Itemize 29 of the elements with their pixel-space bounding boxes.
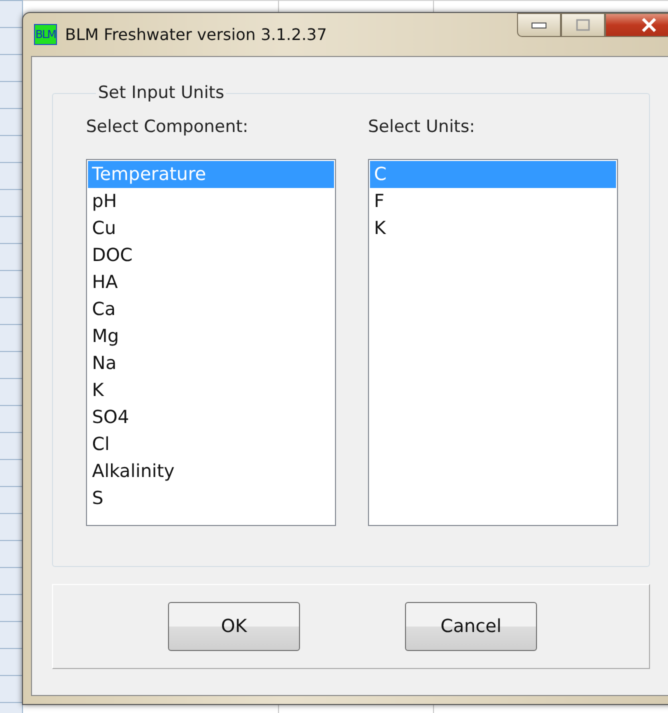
window-title: BLM Freshwater version 3.1.2.37 — [65, 25, 327, 44]
list-box[interactable]: Temperature pH Cu DOC HA Ca Mg Na K SO4 Cl Alkalinity S — [86, 159, 336, 526]
dialog-button[interactable]: Cancel — [405, 602, 537, 651]
list-item[interactable]: DOC — [88, 242, 334, 269]
dialog-button[interactable]: OK — [168, 602, 300, 651]
maximize-icon — [576, 19, 590, 31]
list-item[interactable]: SO4 — [88, 404, 334, 431]
list-item[interactable]: K — [370, 215, 616, 242]
list-item[interactable]: HA — [88, 269, 334, 296]
minimize-button[interactable] — [517, 13, 561, 37]
list-item[interactable]: Mg — [88, 323, 334, 350]
list-item[interactable]: S — [88, 485, 334, 512]
list-item[interactable]: Cu — [88, 215, 334, 242]
list-label: Select Units: — [368, 117, 476, 137]
list-item[interactable]: pH — [88, 188, 334, 215]
list-item[interactable]: Alkalinity — [88, 458, 334, 485]
list-label: Select Component: — [86, 117, 250, 137]
close-icon — [641, 18, 657, 32]
list-item[interactable]: Na — [88, 350, 334, 377]
app-logo: BLM — [34, 24, 57, 45]
list-item[interactable]: Ca — [88, 296, 334, 323]
minimize-icon — [531, 21, 547, 29]
group-title: Set Input Units — [97, 83, 226, 103]
list-box[interactable]: C F K — [368, 159, 618, 526]
maximize-button[interactable] — [561, 13, 605, 37]
list-item[interactable]: Cl — [88, 431, 334, 458]
list-item[interactable]: F — [370, 188, 616, 215]
close-button[interactable] — [605, 13, 668, 37]
list-item[interactable]: K — [88, 377, 334, 404]
